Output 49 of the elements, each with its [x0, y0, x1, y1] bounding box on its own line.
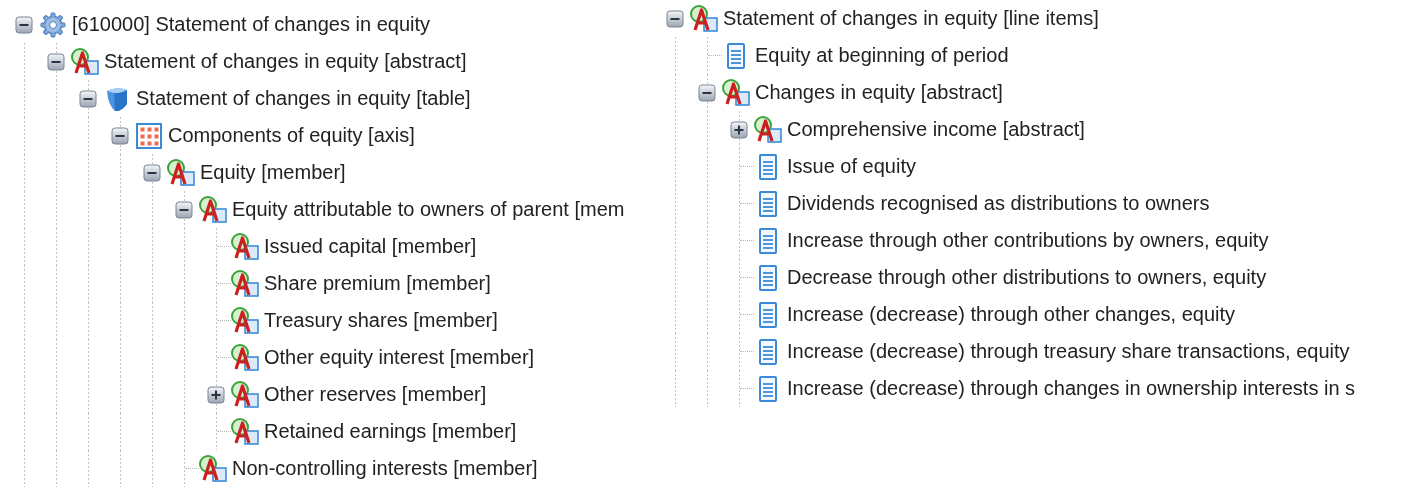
- collapse-icon[interactable]: [175, 200, 193, 219]
- tree-node-label[interactable]: Equity [member]: [200, 161, 346, 184]
- collapse-icon[interactable]: [47, 52, 65, 71]
- tree-node-label[interactable]: Components of equity [axis]: [168, 124, 415, 147]
- tree-node-label[interactable]: Increase (decrease) through other changes, equity: [787, 303, 1236, 326]
- letter-a-icon: [231, 343, 259, 372]
- tree-node-label[interactable]: Retained earnings [member]: [264, 420, 517, 443]
- tree-node-label[interactable]: Increase through other contributions by owners, equity: [787, 229, 1269, 252]
- tree-node-label[interactable]: Dividends recognised as distributions to owners: [787, 192, 1210, 215]
- letter-a-icon: [690, 4, 718, 33]
- tree-node-label[interactable]: Changes in equity [abstract]: [755, 81, 1003, 104]
- gear-icon: [39, 10, 67, 39]
- letter-a-icon: [199, 454, 227, 483]
- collapse-icon[interactable]: [15, 15, 33, 34]
- tree-node-label[interactable]: Treasury shares [member]: [264, 309, 498, 332]
- letter-a-icon: [71, 47, 99, 76]
- letter-a-icon: [167, 158, 195, 187]
- letter-a-icon: [754, 115, 782, 144]
- tree-node-label[interactable]: Comprehensive income [abstract]: [787, 118, 1085, 141]
- collapse-icon[interactable]: [666, 9, 684, 28]
- tree-node-label[interactable]: Other reserves [member]: [264, 383, 487, 406]
- letter-a-icon: [231, 417, 259, 446]
- expand-icon[interactable]: [730, 120, 748, 139]
- collapse-icon[interactable]: [111, 126, 129, 145]
- tree-node-label[interactable]: Share premium [member]: [264, 272, 491, 295]
- collapse-icon[interactable]: [143, 163, 161, 182]
- tree-node-label[interactable]: Other equity interest [member]: [264, 346, 535, 369]
- letter-a-icon: [722, 78, 750, 107]
- letter-a-icon: [231, 380, 259, 409]
- letter-a-icon: [199, 195, 227, 224]
- tree-node-label[interactable]: Non-controlling interests [member]: [232, 457, 538, 480]
- tree-node-label[interactable]: Issued capital [member]: [264, 235, 477, 258]
- collapse-icon[interactable]: [79, 89, 97, 108]
- grid-icon: [135, 121, 163, 150]
- tree-node-label[interactable]: Increase (decrease) through treasury share transactions, equity: [787, 340, 1350, 363]
- tree-node-label[interactable]: Statement of changes in equity [line items]: [723, 7, 1099, 30]
- expand-icon[interactable]: [207, 385, 225, 404]
- tree-node-label[interactable]: Statement of changes in equity [abstract]: [104, 50, 467, 73]
- letter-a-icon: [231, 306, 259, 335]
- tree-node-label[interactable]: Equity attributable to owners of parent [mem: [232, 198, 625, 221]
- tree-node-label[interactable]: Issue of equity: [787, 155, 916, 178]
- collapse-icon[interactable]: [698, 83, 716, 102]
- letter-a-icon: [231, 269, 259, 298]
- tree-node-label[interactable]: Decrease through other distributions to owners, equity: [787, 266, 1267, 289]
- tree-node-label[interactable]: Statement of changes in equity [table]: [136, 87, 471, 110]
- letter-a-icon: [231, 232, 259, 261]
- tree-node-label[interactable]: Increase (decrease) through changes in ownership interests in s: [787, 377, 1356, 400]
- tree-node-label[interactable]: [610000] Statement of changes in equity: [72, 13, 431, 36]
- tree-node-label[interactable]: Equity at beginning of period: [755, 44, 1009, 67]
